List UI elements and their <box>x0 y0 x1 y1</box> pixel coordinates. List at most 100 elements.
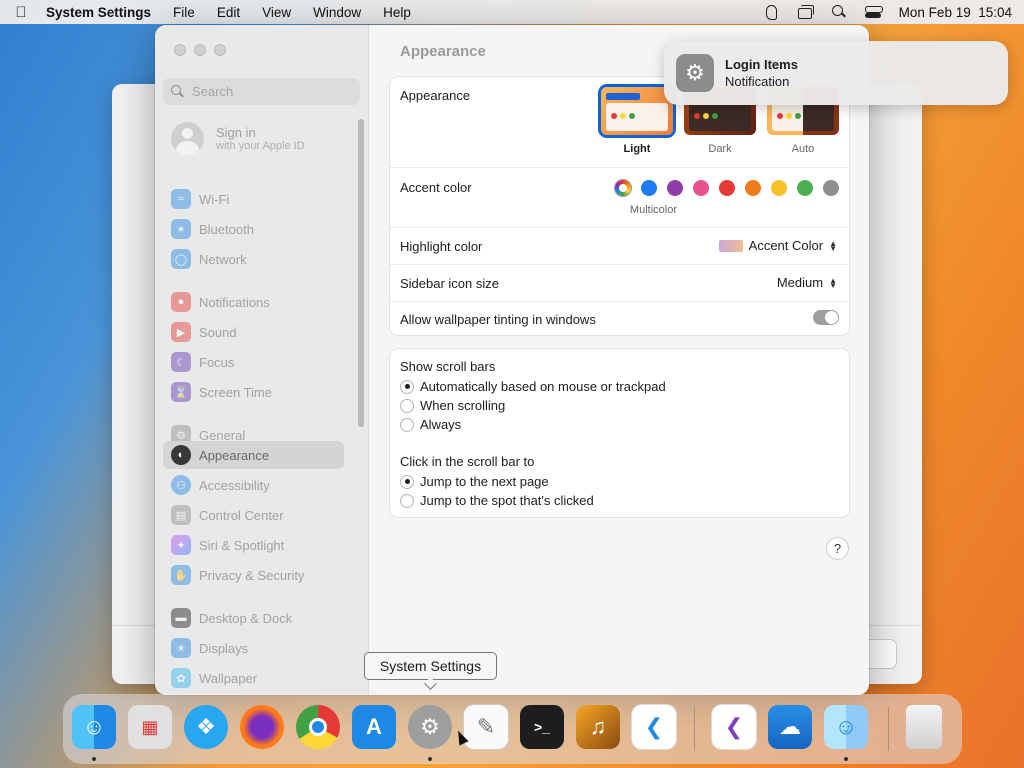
dock-app-store-icon[interactable]: A <box>352 705 396 749</box>
control-center-icon[interactable] <box>864 5 883 19</box>
help-button[interactable]: ? <box>827 538 848 559</box>
dock-system-settings-icon[interactable]: ⚙ <box>408 705 452 749</box>
accent-graphite[interactable] <box>823 180 839 196</box>
radio-button[interactable] <box>400 379 414 394</box>
spotlight-search-icon[interactable] <box>831 5 847 19</box>
sidebar-item-label: Appearance <box>199 447 270 463</box>
scroll-bars-group: Show scroll bars Automatically based on … <box>390 349 849 517</box>
chevron-up-down-icon: ▲ ▼ <box>829 275 837 290</box>
scroll-option-when-scrolling[interactable]: When scrolling <box>400 398 505 413</box>
accent-pink[interactable] <box>693 180 709 196</box>
search-icon <box>171 85 184 98</box>
menu-file[interactable]: File <box>173 5 195 20</box>
dock-vscode-icon[interactable]: ❮ <box>632 705 676 749</box>
accent-blue[interactable] <box>641 180 657 196</box>
radio-label: Automatically based on mouse or trackpad <box>420 379 666 394</box>
dock-finder-icon[interactable]: ☺ <box>72 705 116 749</box>
sidebar-item-wifi[interactable]: ≈ Wi-Fi <box>163 185 344 213</box>
menu-view[interactable]: View <box>262 5 291 20</box>
window-controls <box>174 44 226 56</box>
dock-icon: ▬ <box>171 608 191 628</box>
dock-trash-icon[interactable] <box>906 705 942 749</box>
page-title: Appearance <box>400 43 486 60</box>
menu-help[interactable]: Help <box>383 5 411 20</box>
sidebar-item-bluetooth[interactable]: ✶ Bluetooth <box>163 215 344 243</box>
dock-chrome-icon[interactable] <box>296 705 340 749</box>
scroll-option-always[interactable]: Always <box>400 417 461 432</box>
dock-safari-icon[interactable]: ❖ <box>184 705 228 749</box>
dock-finder-documents-icon[interactable]: ☺ <box>824 705 868 749</box>
radio-button[interactable] <box>400 493 414 508</box>
apple-id-sign-in[interactable]: Sign in with your Apple ID <box>171 122 305 155</box>
accent-green[interactable] <box>797 180 813 196</box>
hand-icon: ✋ <box>171 565 191 585</box>
minimize-window-button[interactable] <box>194 44 206 56</box>
dock-running-indicator <box>92 757 96 761</box>
hearing-icon[interactable] <box>763 5 779 20</box>
menubar-clock[interactable]: Mon Feb 19 15:04 <box>899 5 1012 20</box>
highlight-color-popup[interactable]: Accent Color ▲ ▼ <box>718 238 837 253</box>
menu-edit[interactable]: Edit <box>217 5 240 20</box>
sidebar-item-sound[interactable]: ▶ Sound <box>163 318 344 346</box>
radio-button[interactable] <box>400 417 414 432</box>
sidebar-item-label: Displays <box>199 640 249 656</box>
sidebar-item-focus[interactable]: ☾ Focus <box>163 348 344 376</box>
sidebar-search-input[interactable] <box>192 84 352 99</box>
appearance-icon: ◐ <box>171 445 191 465</box>
menu-app-name[interactable]: System Settings <box>46 5 151 20</box>
zoom-window-button[interactable] <box>214 44 226 56</box>
sidebar-item-siri-spotlight[interactable]: ✦ Siri & Spotlight <box>163 531 344 559</box>
accent-red[interactable] <box>719 180 735 196</box>
dock-firefox-icon[interactable] <box>240 705 284 749</box>
sidebar-item-notifications[interactable]: ● Notifications <box>163 288 344 316</box>
dock-running-indicator <box>428 757 432 761</box>
dock-launchpad-icon[interactable]: ▦ <box>128 705 172 749</box>
sidebar-search[interactable] <box>163 78 360 105</box>
dock-visual-studio-icon[interactable]: ❮ <box>712 705 756 749</box>
sidebar-item-label: Network <box>199 251 247 267</box>
sidebar-scrollbar-thumb[interactable] <box>358 119 364 427</box>
sidebar-item-appearance[interactable]: ◐ Appearance <box>163 441 344 469</box>
radio-button[interactable] <box>400 474 414 489</box>
chevron-up-down-icon: ▲ ▼ <box>829 238 837 253</box>
sidebar-item-displays[interactable]: ☀ Displays <box>163 634 344 662</box>
accent-orange[interactable] <box>745 180 761 196</box>
dock-textedit-icon[interactable]: ✎ <box>464 705 508 749</box>
appearance-label: Appearance <box>400 88 471 103</box>
close-window-button[interactable] <box>174 44 186 56</box>
sidebar-item-privacy-security[interactable]: ✋ Privacy & Security <box>163 561 344 589</box>
apple-menu-icon[interactable]:  <box>12 4 30 21</box>
dock-garageband-icon[interactable]: ♫ <box>576 705 620 749</box>
speaker-icon: ▶ <box>171 322 191 342</box>
scroll-option-automatic[interactable]: Automatically based on mouse or trackpad <box>400 379 666 394</box>
wallpaper-tinting-toggle[interactable] <box>813 310 839 325</box>
sidebar-item-control-center[interactable]: ▤ Control Center <box>163 501 344 529</box>
wallpaper-tinting-label: Allow wallpaper tinting in windows <box>400 312 596 327</box>
menu-window[interactable]: Window <box>313 5 361 20</box>
dock-weather-icon[interactable]: ☁ <box>768 705 812 749</box>
dock-terminal-icon[interactable]: >_ <box>520 705 564 749</box>
notification-banner[interactable]: ⚙ Login Items Notification <box>664 41 1008 105</box>
accent-multicolor[interactable] <box>615 180 631 196</box>
sidebar-item-wallpaper[interactable]: ✿ Wallpaper <box>163 664 344 692</box>
theme-light[interactable]: Light <box>601 87 673 155</box>
click-option-next-page[interactable]: Jump to the next page <box>400 474 549 489</box>
accent-yellow[interactable] <box>771 180 787 196</box>
wallpaper-icon: ✿ <box>171 668 191 688</box>
stage-manager-icon[interactable] <box>797 5 814 19</box>
sidebar-item-network[interactable]: ◯ Network <box>163 245 344 273</box>
accent-purple[interactable] <box>667 180 683 196</box>
sidebar-icon-size-popup[interactable]: Medium ▲ ▼ <box>777 275 837 290</box>
bluetooth-icon: ✶ <box>171 219 191 239</box>
click-option-spot-clicked[interactable]: Jump to the spot that's clicked <box>400 493 594 508</box>
sidebar-item-desktop-dock[interactable]: ▬ Desktop & Dock <box>163 604 344 632</box>
dock-tooltip: System Settings <box>364 652 497 680</box>
sidebar-scrollbar[interactable] <box>356 117 365 427</box>
sidebar-item-label: Screen Time <box>199 384 272 400</box>
highlight-swatch <box>718 239 743 252</box>
sidebar-item-accessibility[interactable]: ⚇ Accessibility <box>163 471 344 499</box>
radio-button[interactable] <box>400 398 414 413</box>
theme-auto-label: Auto <box>791 143 815 155</box>
sidebar-item-screen-time[interactable]: ⌛ Screen Time <box>163 378 344 406</box>
notification-body: Notification <box>725 74 790 89</box>
